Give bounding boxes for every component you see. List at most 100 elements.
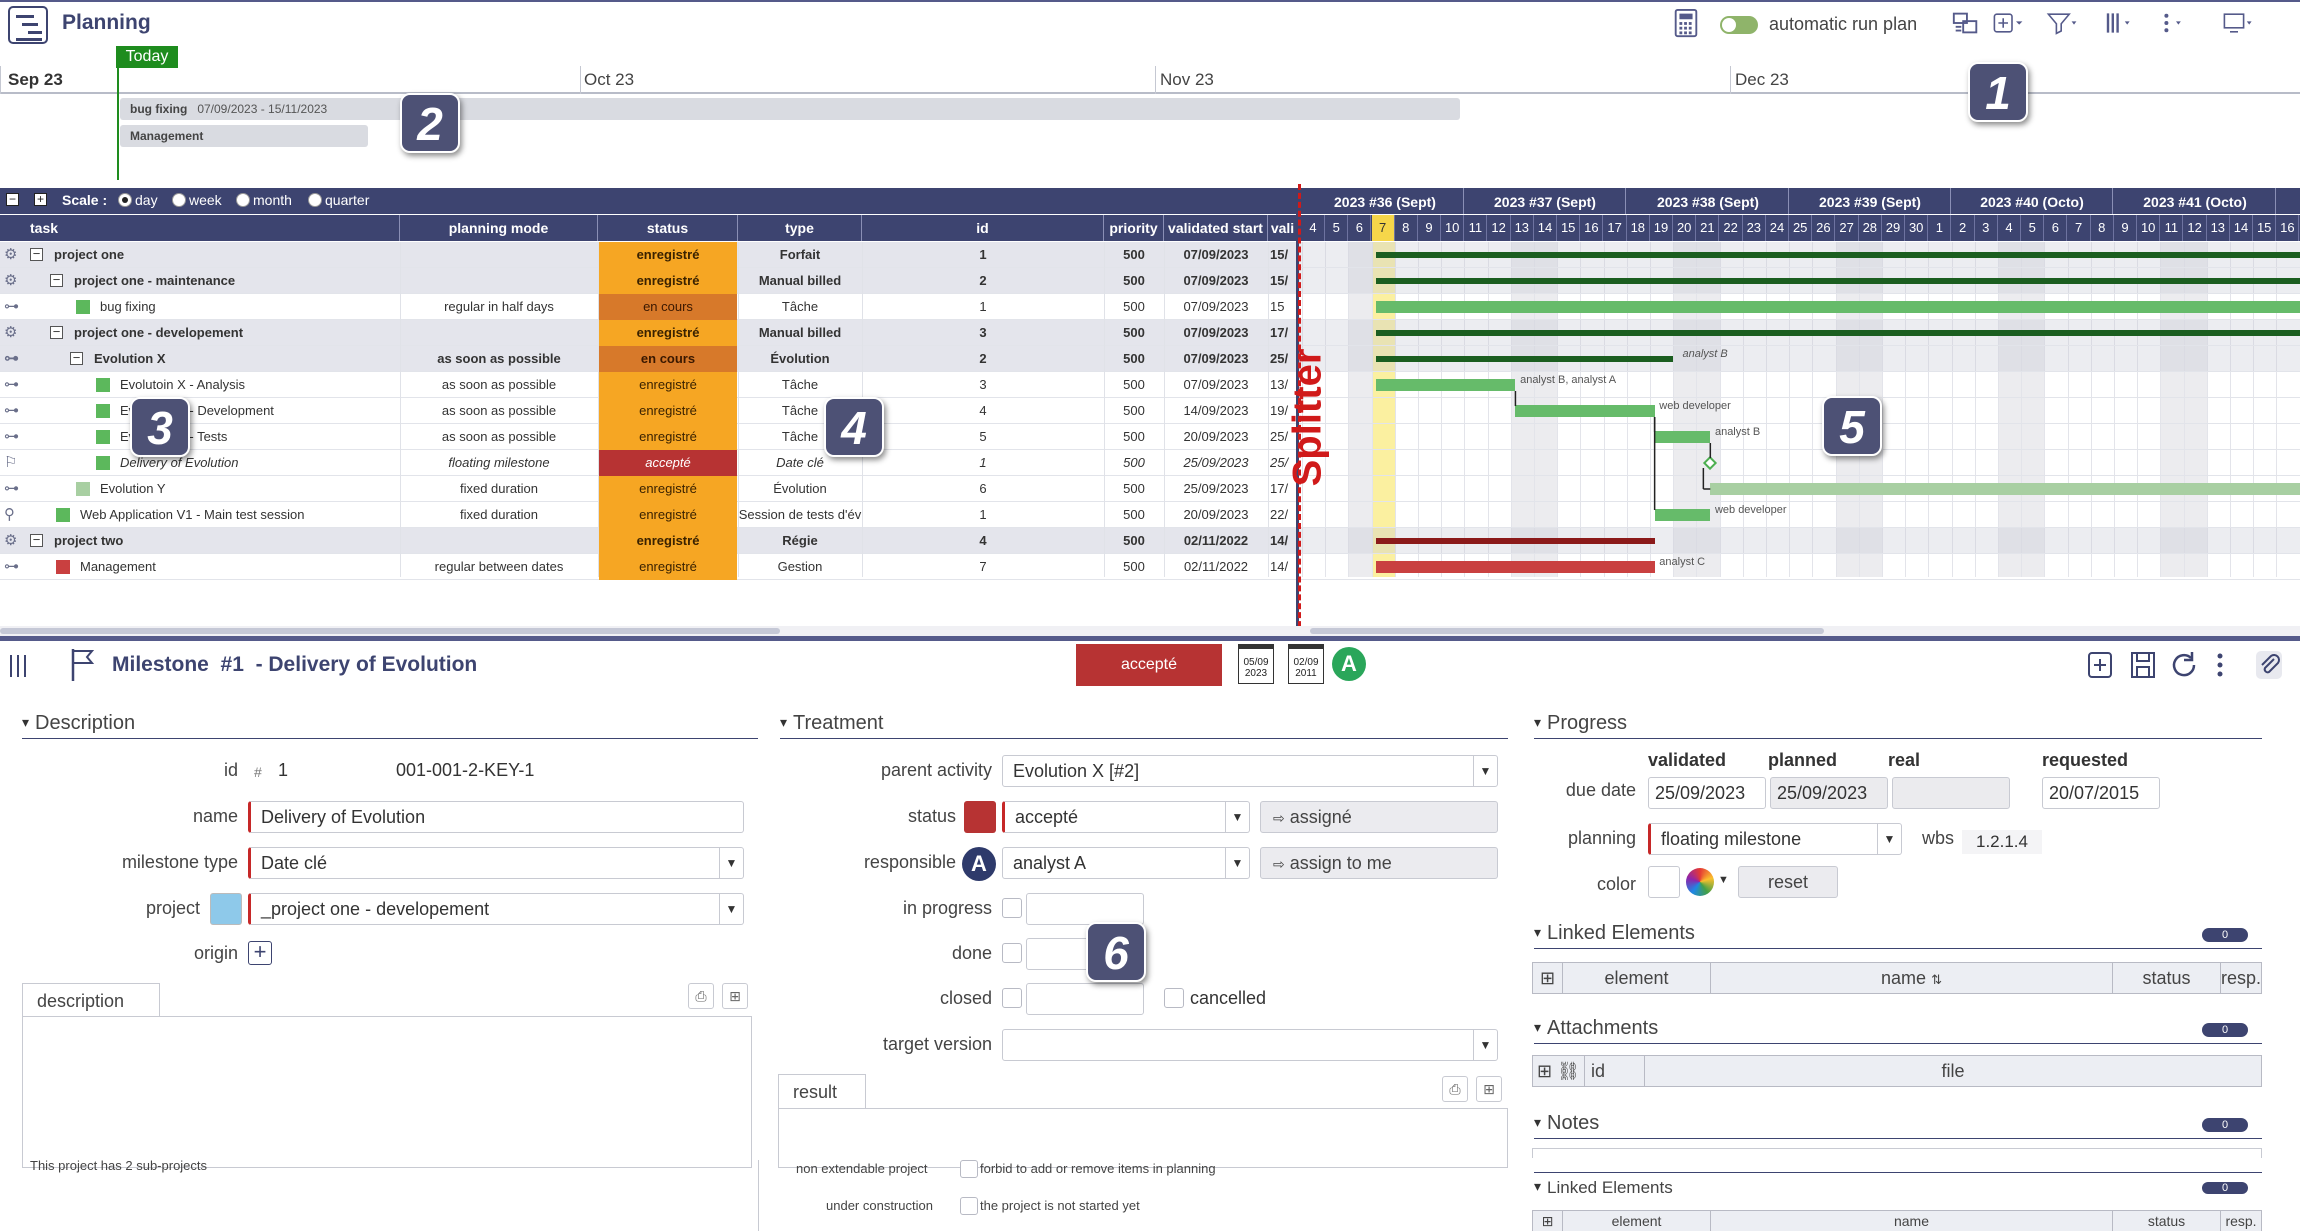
treatment-section-title[interactable]: Treatment <box>780 712 883 735</box>
column-header-name[interactable]: name <box>1711 1211 2113 1231</box>
table-row[interactable]: ⚙ − project one - maintenance enregistré Man… <box>0 268 1300 294</box>
row-type-icon[interactable]: ⊶ <box>4 351 20 367</box>
chevron-down-icon[interactable]: ▼ <box>1225 848 1249 878</box>
print-icon[interactable]: ⎙ <box>1442 1076 1468 1102</box>
assigned-button[interactable]: ⇨ assigné <box>1260 801 1498 833</box>
chevron-down-icon[interactable]: ▼ <box>1473 756 1497 786</box>
responsible-select[interactable]: analyst A ▼ <box>1002 847 1250 879</box>
name-input[interactable]: Delivery of Evolution <box>248 801 744 833</box>
scale-week-radio[interactable]: week <box>172 192 222 208</box>
under-construction-checkbox[interactable] <box>960 1197 978 1215</box>
horizontal-scrollbar[interactable] <box>0 626 2300 636</box>
display-icon[interactable] <box>2222 8 2254 38</box>
column-header-status[interactable]: status <box>2113 1211 2221 1231</box>
scale-month-radio[interactable]: month <box>236 192 292 208</box>
column-header-name[interactable]: name ⇅ <box>1711 963 2113 993</box>
user-avatar[interactable]: A <box>1332 647 1366 681</box>
table-row[interactable]: ⚙ − project one enregistré Forfait 1 500 07/09/… <box>0 242 1300 268</box>
column-header-status[interactable]: status <box>598 215 738 241</box>
calculator-icon[interactable] <box>1670 8 1702 38</box>
due-date-requested-input[interactable]: 20/07/2015 <box>2042 777 2160 809</box>
color-picker-icon[interactable] <box>1686 868 1714 896</box>
done-checkbox[interactable] <box>1002 943 1022 963</box>
color-swatch[interactable] <box>1648 866 1680 898</box>
print-icon[interactable]: ⎙ <box>688 983 714 1009</box>
resource-plan-icon[interactable] <box>1950 8 1982 38</box>
assign-to-me-button[interactable]: ⇨ assign to me <box>1260 847 1498 879</box>
column-header-element[interactable]: element <box>1563 963 1711 993</box>
column-header-priority[interactable]: priority <box>1104 215 1164 241</box>
column-header-status[interactable]: status <box>2113 963 2221 993</box>
attachment-icon[interactable] <box>2254 649 2284 681</box>
project-select[interactable]: _project one - developement ▼ <box>248 893 744 925</box>
closed-checkbox[interactable] <box>1002 988 1022 1008</box>
fullscreen-icon[interactable]: ⊞ <box>1476 1076 1502 1102</box>
description-tab[interactable]: description <box>22 983 160 1017</box>
fullscreen-icon[interactable]: ⊞ <box>722 983 748 1009</box>
status-select[interactable]: accepté ▼ <box>1002 801 1250 833</box>
collapse-toggle-icon[interactable]: − <box>30 533 43 547</box>
column-header-id[interactable]: id <box>1585 1056 1645 1086</box>
row-type-icon[interactable]: ⊶ <box>4 429 20 445</box>
notes-section-title[interactable]: Notes <box>1534 1112 1599 1135</box>
more-options-icon[interactable] <box>2214 649 2226 681</box>
table-row[interactable]: ⚐ Delivery of Evolution floating milestone… <box>0 450 1300 476</box>
timeline-bar[interactable]: bug fixing 07/09/2023 - 15/11/2023 <box>120 98 1460 120</box>
column-header-validated-end[interactable]: vali <box>1268 215 1298 241</box>
table-row[interactable]: ⊶Evolution X - Testsas soon as possiblee… <box>0 424 1300 450</box>
table-row[interactable]: ⊶ bug fixing regular in half days en cours T… <box>0 294 1300 320</box>
in-progress-date-input[interactable] <box>1026 893 1144 925</box>
parent-activity-select[interactable]: Evolution X [#2] ▼ <box>1002 755 1498 787</box>
menu-toggle-icon[interactable] <box>8 653 30 679</box>
row-type-icon[interactable]: ⊶ <box>4 299 20 315</box>
description-section-title[interactable]: Description <box>22 712 135 735</box>
chevron-down-icon[interactable]: ▼ <box>1473 1030 1497 1060</box>
cancelled-checkbox[interactable] <box>1164 988 1184 1008</box>
linked-elements-section-title[interactable]: Linked Elements <box>1534 1178 1673 1198</box>
table-row[interactable]: ⊶ Evolution X - Development as soon as pos… <box>0 398 1300 424</box>
progress-section-title[interactable]: Progress <box>1534 712 1627 735</box>
scale-day-radio[interactable]: day <box>118 192 158 208</box>
column-header-resp[interactable]: resp. <box>2221 963 2261 993</box>
columns-icon[interactable] <box>2104 8 2136 38</box>
non-extendable-checkbox[interactable] <box>960 1160 978 1178</box>
reset-color-button[interactable]: reset <box>1738 866 1838 898</box>
target-version-select[interactable]: ▼ <box>1002 1029 1498 1061</box>
row-type-icon[interactable]: ⚲ <box>4 507 20 523</box>
today-marker[interactable]: Today <box>116 46 178 68</box>
collapse-toggle-icon[interactable]: − <box>70 351 83 365</box>
row-type-icon[interactable]: ⊶ <box>4 377 20 393</box>
column-header-element[interactable]: element <box>1563 1211 1711 1231</box>
due-date-validated-input[interactable]: 25/09/2023 <box>1648 777 1766 809</box>
filter-icon[interactable] <box>2046 8 2078 38</box>
expand-all-icon[interactable]: + <box>34 193 47 206</box>
more-options-icon[interactable] <box>2160 8 2192 38</box>
table-row[interactable]: ⊶ − Evolution X as soon as possible en cours… <box>0 346 1300 372</box>
automatic-run-plan-toggle[interactable] <box>1720 16 1758 34</box>
table-row[interactable]: ⚙ − project one - developement enregistré Ma… <box>0 320 1300 346</box>
column-header-id[interactable]: id <box>862 215 1104 241</box>
table-row[interactable]: ⊶ Evolution Y fixed duration enregistré Évol… <box>0 476 1300 502</box>
table-row[interactable]: ⊶ Evolutoin X - Analysis as soon as possib… <box>0 372 1300 398</box>
collapse-toggle-icon[interactable]: − <box>50 325 63 339</box>
add-link-icon[interactable]: ⊞ <box>1533 963 1563 993</box>
add-plan-icon[interactable] <box>1992 8 2024 38</box>
add-attachment-icon[interactable]: ⊞ ⛓ <box>1533 1056 1585 1086</box>
table-row[interactable]: ⚙ − project two enregistré Régie 4 500 02/11/20… <box>0 528 1300 554</box>
closed-date-input[interactable] <box>1026 983 1144 1015</box>
row-type-icon[interactable]: ⚙ <box>4 247 20 263</box>
milestone-type-select[interactable]: Date clé ▼ <box>248 847 744 879</box>
timeline-bar[interactable]: Management <box>120 125 368 147</box>
chevron-down-icon[interactable]: ▼ <box>1718 874 1729 886</box>
attachments-section-title[interactable]: Attachments <box>1534 1017 1658 1040</box>
row-type-icon[interactable]: ⊶ <box>4 481 20 497</box>
row-type-icon[interactable]: ⚐ <box>4 455 20 471</box>
row-type-icon[interactable]: ⊶ <box>4 403 20 419</box>
column-header-planning-mode[interactable]: planning mode <box>400 215 598 241</box>
collapse-toggle-icon[interactable]: − <box>30 247 43 261</box>
collapse-toggle-icon[interactable]: − <box>50 273 63 287</box>
column-header-task[interactable]: task <box>0 215 400 241</box>
save-icon[interactable] <box>2128 649 2158 681</box>
column-header-validated-start[interactable]: validated start <box>1164 215 1268 241</box>
result-tab[interactable]: result <box>778 1074 866 1108</box>
